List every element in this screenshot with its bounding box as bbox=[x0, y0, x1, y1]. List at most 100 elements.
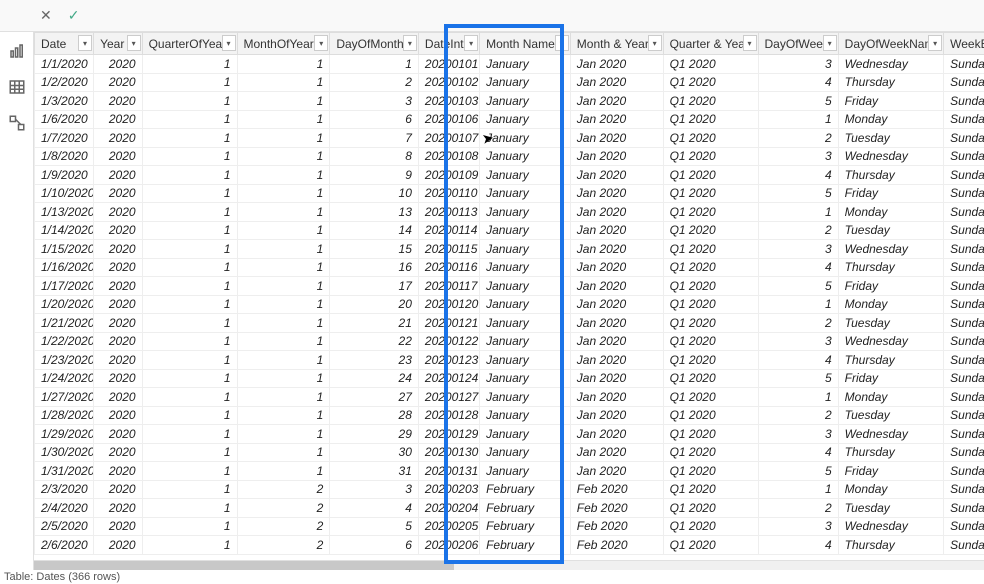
cell[interactable]: 20200128 bbox=[418, 406, 479, 425]
cell[interactable]: Jan 2020 bbox=[570, 314, 663, 333]
cell[interactable]: Q1 2020 bbox=[663, 369, 758, 388]
cell[interactable]: 1 bbox=[142, 92, 237, 111]
cell[interactable]: 3 bbox=[758, 240, 838, 259]
cell[interactable]: 5 bbox=[758, 184, 838, 203]
chevron-down-icon[interactable]: ▾ bbox=[403, 35, 417, 51]
cell[interactable]: Q1 2020 bbox=[663, 240, 758, 259]
cell[interactable]: Monday bbox=[838, 388, 943, 407]
cell[interactable]: 20200204 bbox=[418, 499, 479, 518]
table-row[interactable]: 1/9/2020202011920200109JanuaryJan 2020Q1… bbox=[35, 166, 984, 185]
cell[interactable]: 4 bbox=[758, 536, 838, 555]
table-row[interactable]: 1/3/2020202011320200103JanuaryJan 2020Q1… bbox=[35, 92, 984, 111]
cell[interactable]: Q1 2020 bbox=[663, 221, 758, 240]
cell[interactable]: Sunday, Febru bbox=[944, 462, 984, 481]
cell[interactable]: 1/24/2020 bbox=[35, 369, 94, 388]
cell[interactable]: Friday bbox=[838, 92, 943, 111]
cell[interactable]: Jan 2020 bbox=[570, 388, 663, 407]
cell[interactable]: Q1 2020 bbox=[663, 295, 758, 314]
column-header[interactable]: WeekEndi bbox=[944, 33, 984, 55]
cell[interactable]: 1 bbox=[237, 277, 330, 296]
cell[interactable]: Wednesday bbox=[838, 332, 943, 351]
cell[interactable]: 1 bbox=[237, 240, 330, 259]
cell[interactable]: January bbox=[480, 55, 571, 74]
cell[interactable]: 1/6/2020 bbox=[35, 110, 94, 129]
cell[interactable]: Tuesday bbox=[838, 499, 943, 518]
cell[interactable]: January bbox=[480, 73, 571, 92]
cell[interactable]: 2020 bbox=[94, 55, 143, 74]
cell[interactable]: 20200117 bbox=[418, 277, 479, 296]
cell[interactable]: 1/22/2020 bbox=[35, 332, 94, 351]
cell[interactable]: Q1 2020 bbox=[663, 332, 758, 351]
cell[interactable]: Q1 2020 bbox=[663, 55, 758, 74]
cell[interactable]: Wednesday bbox=[838, 240, 943, 259]
cell[interactable]: 3 bbox=[758, 147, 838, 166]
cell[interactable]: 1 bbox=[758, 295, 838, 314]
cell[interactable]: Q1 2020 bbox=[663, 388, 758, 407]
cell[interactable]: 1/17/2020 bbox=[35, 277, 94, 296]
table-row[interactable]: 1/29/20202020112920200129JanuaryJan 2020… bbox=[35, 425, 984, 444]
cell[interactable]: Jan 2020 bbox=[570, 462, 663, 481]
cell[interactable]: 2020 bbox=[94, 351, 143, 370]
cell[interactable]: 20200121 bbox=[418, 314, 479, 333]
cell[interactable]: 2020 bbox=[94, 425, 143, 444]
cell[interactable]: February bbox=[480, 517, 571, 536]
cell[interactable]: Monday bbox=[838, 295, 943, 314]
cell[interactable]: Jan 2020 bbox=[570, 166, 663, 185]
cell[interactable]: 20200115 bbox=[418, 240, 479, 259]
cell[interactable]: January bbox=[480, 92, 571, 111]
column-header[interactable]: DayOfWeekName▾ bbox=[838, 33, 943, 55]
cell[interactable]: 1 bbox=[237, 332, 330, 351]
cell[interactable]: Friday bbox=[838, 462, 943, 481]
cell[interactable]: January bbox=[480, 240, 571, 259]
cell[interactable]: 2 bbox=[758, 221, 838, 240]
cell[interactable]: 2020 bbox=[94, 332, 143, 351]
cell[interactable]: Jan 2020 bbox=[570, 369, 663, 388]
cell[interactable]: 20200131 bbox=[418, 462, 479, 481]
cell[interactable]: 2020 bbox=[94, 92, 143, 111]
cell[interactable]: Monday bbox=[838, 110, 943, 129]
cell[interactable]: Tuesday bbox=[838, 406, 943, 425]
data-view-tab[interactable] bbox=[6, 76, 28, 98]
cell[interactable]: 1/27/2020 bbox=[35, 388, 94, 407]
cell[interactable]: Sunday, Janu bbox=[944, 110, 984, 129]
cell[interactable]: Sunday, Janu bbox=[944, 184, 984, 203]
cell[interactable]: 1 bbox=[142, 166, 237, 185]
cell[interactable]: 1/3/2020 bbox=[35, 92, 94, 111]
cell[interactable]: Q1 2020 bbox=[663, 536, 758, 555]
cell[interactable]: 2/3/2020 bbox=[35, 480, 94, 499]
cell[interactable]: 1/31/2020 bbox=[35, 462, 94, 481]
cell[interactable]: Q1 2020 bbox=[663, 351, 758, 370]
cell[interactable]: January bbox=[480, 406, 571, 425]
cell[interactable]: 2020 bbox=[94, 184, 143, 203]
cell[interactable]: 2020 bbox=[94, 499, 143, 518]
column-header[interactable]: DateInt▾ bbox=[418, 33, 479, 55]
cell[interactable]: January bbox=[480, 332, 571, 351]
cell[interactable]: 21 bbox=[330, 314, 419, 333]
cell[interactable]: February bbox=[480, 499, 571, 518]
cell[interactable]: 1 bbox=[142, 406, 237, 425]
column-header[interactable]: DayOfMonth▾ bbox=[330, 33, 419, 55]
cell[interactable]: Q1 2020 bbox=[663, 425, 758, 444]
cell[interactable]: Sunday, Febru bbox=[944, 517, 984, 536]
cell[interactable]: Sunday, Janu bbox=[944, 369, 984, 388]
cell[interactable]: Q1 2020 bbox=[663, 480, 758, 499]
cell[interactable]: Friday bbox=[838, 277, 943, 296]
cell[interactable]: 23 bbox=[330, 351, 419, 370]
cell[interactable]: 1/29/2020 bbox=[35, 425, 94, 444]
cell[interactable]: 2020 bbox=[94, 129, 143, 148]
cell[interactable]: January bbox=[480, 277, 571, 296]
cell[interactable]: 2020 bbox=[94, 536, 143, 555]
cell[interactable]: 20200109 bbox=[418, 166, 479, 185]
cell[interactable]: 22 bbox=[330, 332, 419, 351]
cell[interactable]: Sunday, Janu bbox=[944, 277, 984, 296]
cell[interactable]: 2 bbox=[330, 73, 419, 92]
cell[interactable]: Thursday bbox=[838, 443, 943, 462]
cell[interactable]: January bbox=[480, 258, 571, 277]
cell[interactable]: Thursday bbox=[838, 258, 943, 277]
chevron-down-icon[interactable]: ▾ bbox=[127, 35, 141, 51]
cell[interactable]: 2020 bbox=[94, 277, 143, 296]
cell[interactable]: Wednesday bbox=[838, 517, 943, 536]
cell[interactable]: 1 bbox=[142, 332, 237, 351]
cell[interactable]: 1 bbox=[142, 73, 237, 92]
cell[interactable]: 2 bbox=[758, 129, 838, 148]
